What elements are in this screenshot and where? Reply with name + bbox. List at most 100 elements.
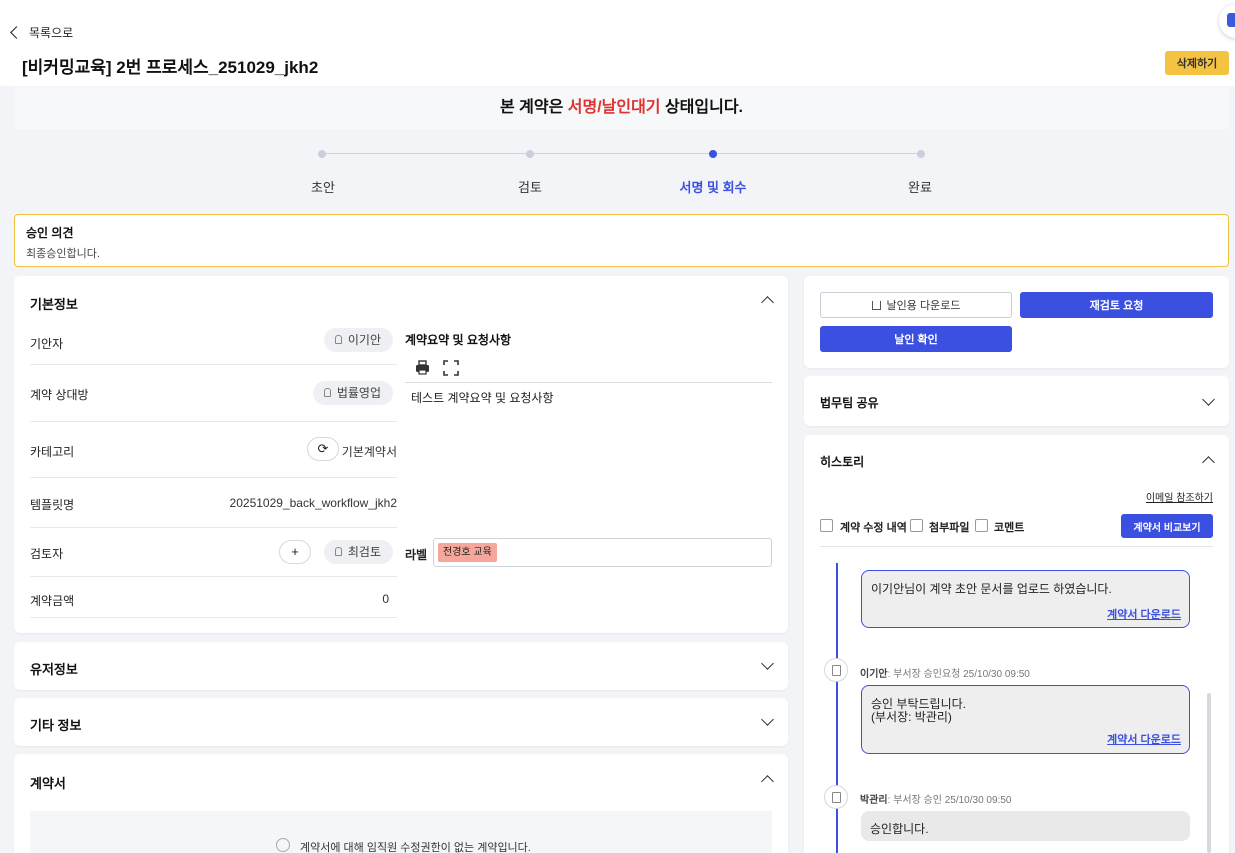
opinion-title: 승인 의견	[26, 226, 74, 240]
history-message: 승인합니다.	[861, 811, 1190, 841]
history-message: 승인 부탁드립니다. (부서장: 박관리) 계약서 다운로드	[861, 685, 1190, 754]
label-input[interactable]: 전경호 교육	[433, 538, 772, 567]
print-icon[interactable]	[416, 360, 429, 375]
page-header: 목록으로 [비커밍교육] 2번 프로세스_251029_jkh2 삭제하기	[0, 0, 1235, 86]
approval-opinion-box: 승인 의견 최종승인합니다.	[14, 214, 1229, 267]
confirm-seal-button[interactable]: 날인 확인	[820, 326, 1012, 352]
request-rereview-button[interactable]: 재검토 요청	[1020, 292, 1213, 318]
summary-editor[interactable]: 테스트 계약요약 및 요청사항	[411, 389, 553, 406]
filter-checkbox-comments[interactable]	[975, 519, 988, 532]
history-message-text: 승인합니다.	[870, 822, 929, 836]
chevron-left-icon	[10, 26, 23, 39]
label-field-label: 라벨	[405, 548, 428, 562]
template-value: 20251029_back_workflow_jkh2	[229, 496, 397, 510]
banner-prefix: 본 계약은	[499, 99, 568, 116]
chevron-down-icon[interactable]	[761, 713, 774, 726]
reviewer-chip: 최검토	[323, 540, 393, 564]
back-to-list-link[interactable]: 목록으로	[10, 24, 74, 41]
collapse-icon[interactable]	[1202, 456, 1215, 469]
filter-checkbox-revisions[interactable]	[820, 519, 833, 532]
download-for-seal-label: 날인용 다운로드	[886, 300, 961, 312]
contract-notice-text: 계약서에 대해 임직원 수정권한이 없는 계약입니다.	[300, 842, 531, 853]
counterparty-value: 법률영업	[336, 386, 381, 400]
contract-download-link[interactable]: 계약서 다운로드	[1107, 731, 1181, 747]
history-message-line: (부서장: 박관리)	[871, 710, 952, 724]
filter-label-revisions: 계약 수정 내역	[840, 522, 907, 534]
legal-share-title: 법무팀 공유	[820, 396, 879, 410]
amount-value: 0	[382, 592, 389, 606]
legal-share-section[interactable]: 법무팀 공유	[804, 376, 1229, 426]
basic-info-card: 기본정보 기안자 이기안 계약 상대방 법률영업 카테고리 ⟳ 기본계약서 템플…	[14, 276, 788, 633]
filter-label-attachments: 첨부파일	[929, 522, 970, 534]
collapse-icon[interactable]	[761, 775, 774, 788]
history-author: 박관리	[860, 795, 888, 806]
category-label: 카테고리	[30, 445, 75, 459]
refresh-icon: ⟳	[317, 441, 329, 456]
prohibited-icon	[276, 838, 290, 852]
floating-assistant-button[interactable]	[1219, 4, 1235, 38]
download-for-seal-button[interactable]: 날인용 다운로드	[820, 292, 1012, 318]
fullscreen-icon[interactable]	[443, 360, 459, 376]
user-info-title: 유저정보	[30, 662, 78, 677]
contract-title: 계약서	[30, 776, 66, 791]
user-info-section[interactable]: 유저정보	[14, 642, 788, 690]
drafter-label: 기안자	[30, 337, 64, 351]
counterparty-row: 계약 상대방 법률영업	[30, 365, 397, 422]
history-message-text: 이기안님이 계약 초안 문서를 업로드 하였습니다.	[871, 582, 1112, 596]
contract-download-link[interactable]: 계약서 다운로드	[1107, 606, 1181, 622]
editor-toolbar	[415, 360, 465, 379]
category-value: 기본계약서	[341, 445, 397, 459]
person-icon	[323, 388, 331, 397]
chevron-down-icon[interactable]	[761, 657, 774, 670]
email-reference-link[interactable]: 이메일 참조하기	[1146, 489, 1213, 504]
actions-card: 날인용 다운로드 재검토 요청 날인 확인	[804, 276, 1229, 368]
step-label-review: 검토	[518, 180, 542, 195]
history-card: 히스토리 이메일 참조하기 계약 수정 내역 첨부파일 코멘트 계약서 비교보기…	[804, 435, 1229, 853]
step-label-complete: 완료	[908, 180, 932, 195]
basic-info-title: 기본정보	[30, 297, 78, 312]
history-scrollbar[interactable]	[1207, 693, 1211, 853]
etc-info-title: 기타 정보	[30, 718, 82, 733]
template-label: 템플릿명	[30, 498, 75, 512]
contract-section: 계약서 계약서에 대해 임직원 수정권한이 없는 계약입니다.	[14, 754, 788, 853]
history-entry-meta: 박관리: 부서장 승인 25/10/30 09:50	[860, 791, 1011, 806]
compare-contracts-button[interactable]: 계약서 비교보기	[1121, 514, 1213, 538]
category-row: 카테고리 ⟳ 기본계약서	[30, 422, 397, 478]
stepper-track	[322, 153, 921, 154]
status-banner: 본 계약은 서명/날인대기 상태입니다.	[14, 87, 1229, 129]
category-refresh-button[interactable]: ⟳	[307, 437, 339, 461]
banner-suffix: 상태입니다.	[660, 99, 744, 116]
reviewer-value: 최검토	[347, 545, 381, 559]
download-icon	[871, 301, 881, 310]
filter-checkbox-attachments[interactable]	[910, 519, 923, 532]
template-row: 템플릿명 20251029_back_workflow_jkh2	[30, 478, 397, 528]
collapse-icon[interactable]	[761, 296, 774, 309]
back-label: 목록으로	[29, 26, 74, 40]
history-divider	[820, 546, 1213, 547]
add-reviewer-button[interactable]: +	[279, 540, 311, 564]
history-title: 히스토리	[820, 455, 865, 469]
history-entry-icon	[824, 658, 848, 682]
filter-label-comments: 코멘트	[994, 522, 1025, 534]
status-text: 서명/날인대기	[567, 99, 661, 116]
step-dot-review	[526, 150, 534, 158]
amount-row: 계약금액 0	[30, 577, 397, 618]
etc-info-section[interactable]: 기타 정보	[14, 698, 788, 746]
history-entry-meta: 이기안: 부서장 승인요청 25/10/30 09:50	[860, 665, 1030, 680]
counterparty-label: 계약 상대방	[30, 388, 89, 402]
timeline-line	[836, 563, 838, 853]
history-author: 이기안	[860, 669, 888, 680]
reviewer-row: 검토자 + 최검토	[30, 528, 397, 577]
counterparty-chip: 법률영업	[312, 381, 393, 405]
label-tag[interactable]: 전경호 교육	[438, 543, 497, 562]
person-icon	[334, 547, 342, 556]
document-icon	[832, 792, 841, 803]
contract-notice-area: 계약서에 대해 임직원 수정권한이 없는 계약입니다.	[30, 811, 772, 853]
delete-button[interactable]: 삭제하기	[1165, 51, 1229, 75]
step-label-draft: 초안	[311, 180, 335, 195]
drafter-value: 이기안	[347, 333, 381, 347]
chevron-down-icon[interactable]	[1202, 393, 1215, 406]
editor-divider	[405, 382, 772, 383]
summary-label: 계약요약 및 요청사항	[405, 333, 512, 347]
step-label-sign: 서명 및 회수	[679, 180, 747, 195]
